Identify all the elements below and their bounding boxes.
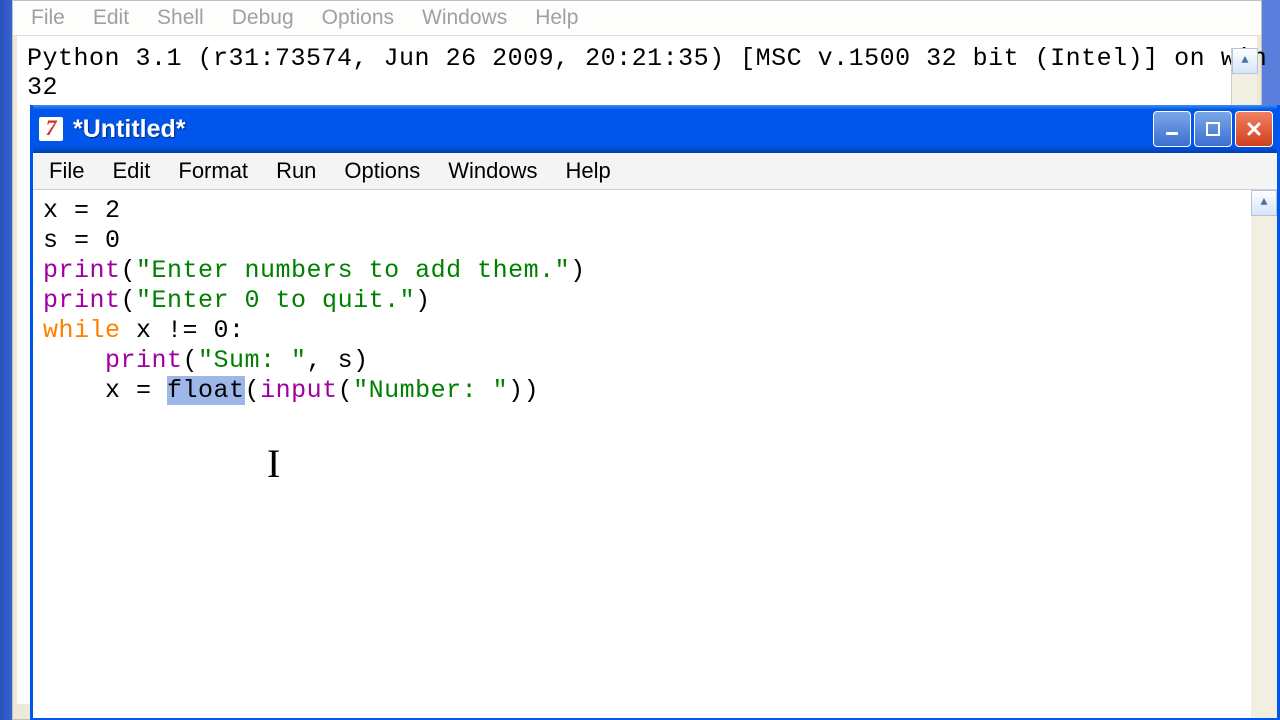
token-float-selected: float <box>167 376 245 405</box>
titlebar[interactable]: 7 *Untitled* <box>33 105 1277 153</box>
editor-body: x = 2 s = 0 print("Enter numbers to add … <box>33 190 1277 718</box>
desktop-edge <box>0 0 12 720</box>
editor-menu-format[interactable]: Format <box>164 156 262 186</box>
token-string: "Number: " <box>353 376 508 405</box>
code-text: )) <box>508 376 539 405</box>
code-line-2: s = 0 <box>43 226 121 255</box>
editor-menu-options[interactable]: Options <box>330 156 434 186</box>
code-line-1: x = 2 <box>43 196 121 225</box>
token-paren: ) <box>570 256 586 285</box>
scroll-up-icon[interactable]: ▲ <box>1232 48 1258 74</box>
close-icon <box>1246 121 1262 137</box>
editor-menu-run[interactable]: Run <box>262 156 330 186</box>
token-paren: ( <box>183 346 199 375</box>
editor-scrollbar[interactable]: ▲ <box>1251 190 1277 718</box>
window-controls <box>1153 111 1273 147</box>
maximize-icon <box>1205 121 1221 137</box>
shell-menu-shell[interactable]: Shell <box>143 4 218 32</box>
code-editor[interactable]: x = 2 s = 0 print("Enter numbers to add … <box>33 190 1277 718</box>
code-indent: x = <box>43 376 167 405</box>
token-paren: ( <box>121 256 137 285</box>
token-string: "Enter numbers to add them." <box>136 256 570 285</box>
shell-menu-windows[interactable]: Windows <box>408 4 521 32</box>
editor-menu-help[interactable]: Help <box>552 156 625 186</box>
token-string: "Enter 0 to quit." <box>136 286 415 315</box>
token-while: while <box>43 316 121 345</box>
editor-menu-file[interactable]: File <box>35 156 98 186</box>
shell-menu-options[interactable]: Options <box>308 4 408 32</box>
code-indent <box>43 346 105 375</box>
code-text: x != 0: <box>121 316 245 345</box>
token-string: "Sum: " <box>198 346 307 375</box>
token-paren: ) <box>415 286 431 315</box>
editor-menu-windows[interactable]: Windows <box>434 156 551 186</box>
token-paren: ( <box>245 376 261 405</box>
window-title: *Untitled* <box>73 115 186 144</box>
token-print: print <box>43 256 121 285</box>
scroll-up-icon[interactable]: ▲ <box>1251 190 1277 216</box>
token-paren: ( <box>338 376 354 405</box>
editor-menubar: File Edit Format Run Options Windows Hel… <box>33 153 1277 190</box>
minimize-icon <box>1164 121 1180 137</box>
shell-menubar: File Edit Shell Debug Options Windows He… <box>13 1 1261 36</box>
shell-menu-edit[interactable]: Edit <box>79 4 143 32</box>
token-paren: ( <box>121 286 137 315</box>
shell-menu-file[interactable]: File <box>17 4 79 32</box>
code-text: , s) <box>307 346 369 375</box>
token-print: print <box>43 286 121 315</box>
token-input: input <box>260 376 338 405</box>
idle-editor-window: 7 *Untitled* File Edit Format Run Option… <box>30 105 1280 720</box>
editor-menu-edit[interactable]: Edit <box>98 156 164 186</box>
token-print: print <box>105 346 183 375</box>
app-icon: 7 <box>39 117 63 141</box>
minimize-button[interactable] <box>1153 111 1191 147</box>
close-button[interactable] <box>1235 111 1273 147</box>
maximize-button[interactable] <box>1194 111 1232 147</box>
shell-menu-help[interactable]: Help <box>521 4 592 32</box>
shell-menu-debug[interactable]: Debug <box>218 4 308 32</box>
